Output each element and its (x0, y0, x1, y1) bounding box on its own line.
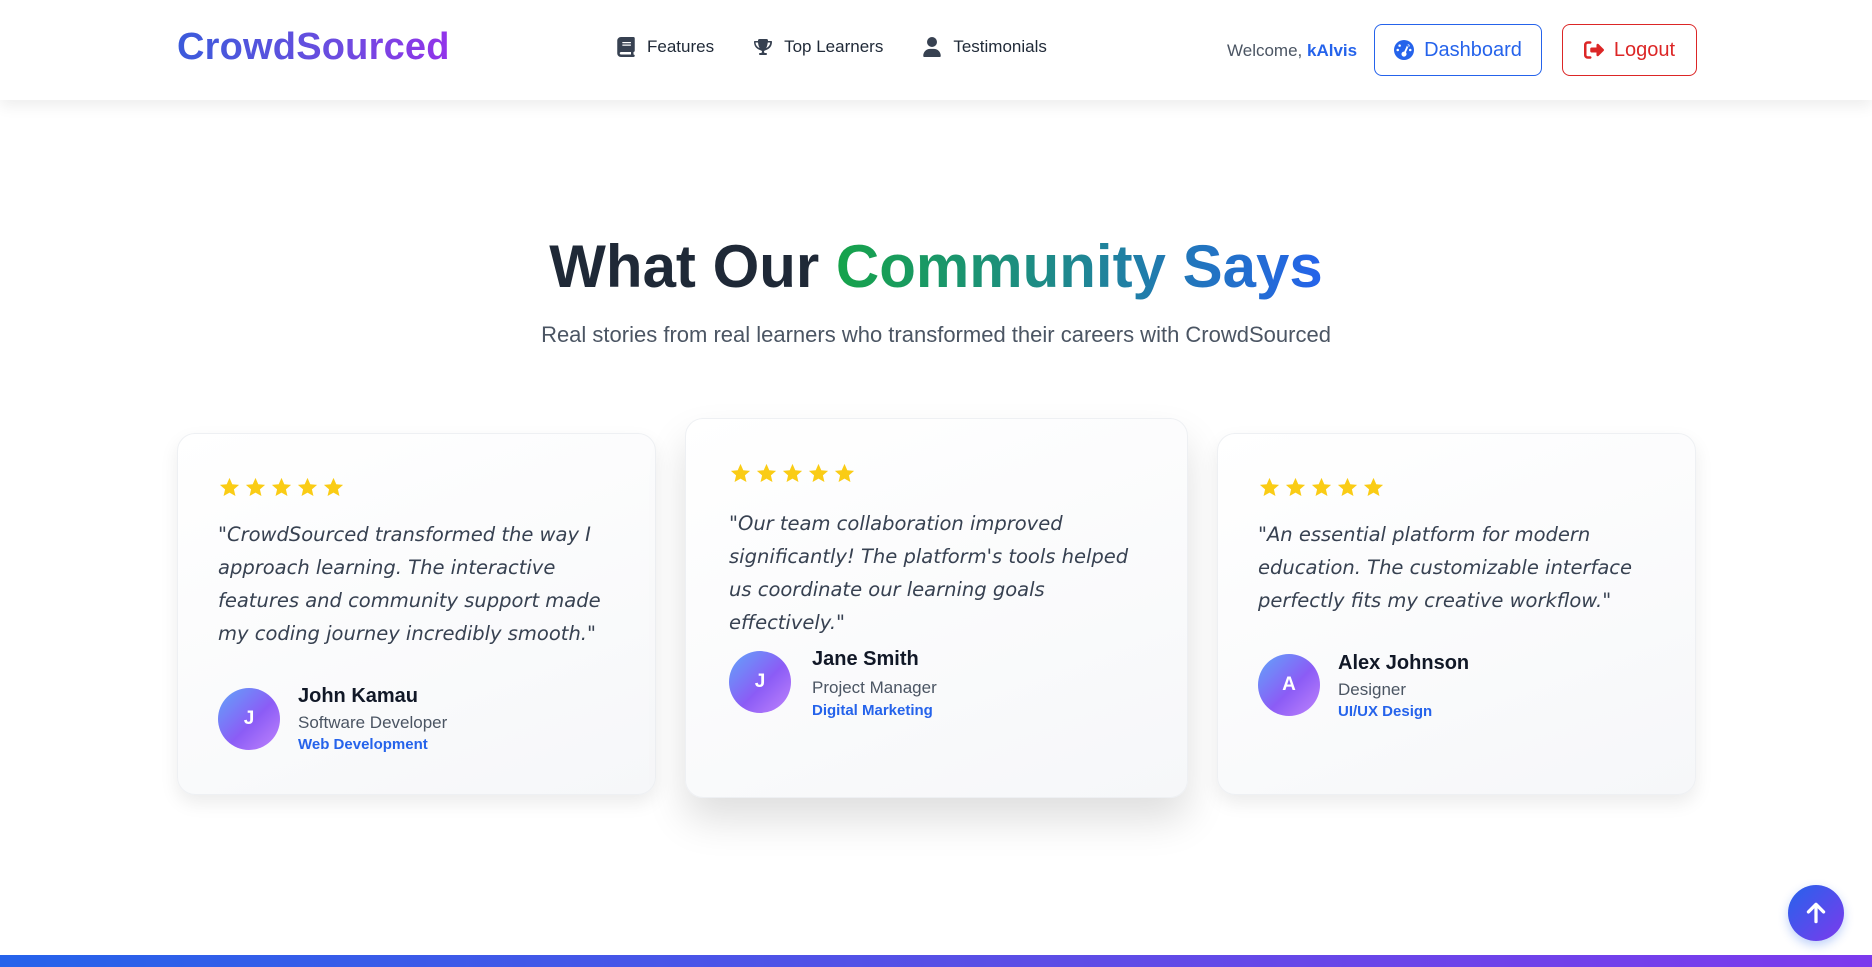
avatar: J (218, 688, 280, 750)
welcome-prefix: Welcome, (1227, 41, 1307, 60)
scroll-to-top-button[interactable] (1788, 885, 1844, 941)
star-rating (218, 476, 345, 499)
person-role: Software Developer (298, 713, 448, 732)
star-rating (729, 462, 856, 485)
person-role: Project Manager (812, 678, 937, 697)
nav-link-top-learners[interactable]: Top Learners (754, 37, 883, 57)
section-title-highlight: Community Says (835, 233, 1323, 300)
testimonial-quote: "An essential platform for modern educat… (1258, 523, 1632, 612)
star-icon (297, 477, 318, 497)
testimonial-quote: "Our team collaboration improved signifi… (729, 512, 1129, 634)
section-subtitle: Real stories from real learners who tran… (541, 322, 1331, 347)
footer-gradient-bar (0, 955, 1872, 967)
star-icon (730, 463, 751, 483)
dashboard-label: Dashboard (1424, 38, 1522, 61)
testimonial-quote: "CrowdSourced transformed the way I appr… (218, 523, 601, 645)
star-icon (245, 477, 266, 497)
avatar: A (1258, 654, 1320, 716)
testimonial-card: "An essential platform for modern educat… (1217, 433, 1696, 795)
star-icon (756, 463, 777, 483)
star-icon (808, 463, 829, 483)
avatar: J (729, 651, 791, 713)
nav-link-label: Testimonials (953, 37, 1047, 56)
star-icon (1311, 477, 1332, 497)
nav-link-features[interactable]: Features (617, 37, 714, 57)
star-rating (1258, 476, 1385, 499)
brand-logo[interactable]: CrowdSourced (177, 26, 450, 69)
star-icon (1259, 477, 1280, 497)
star-icon (1363, 477, 1384, 497)
username[interactable]: kAlvis (1307, 41, 1357, 60)
testimonial-card: "CrowdSourced transformed the way I appr… (177, 433, 656, 795)
nav-link-label: Top Learners (784, 37, 884, 56)
star-icon (323, 477, 344, 497)
logout-button[interactable]: Logout (1562, 24, 1697, 76)
person-name: Alex Johnson (1338, 652, 1470, 674)
book-icon (617, 37, 635, 57)
person-name: Jane Smith (812, 648, 919, 670)
nav-link-testimonials[interactable]: Testimonials (923, 37, 1047, 57)
person-role: Designer (1338, 680, 1407, 699)
logout-label: Logout (1613, 38, 1676, 61)
sign-out-icon (1583, 41, 1604, 59)
testimonial-card-featured: "Our team collaboration improved signifi… (685, 418, 1188, 798)
person-tag[interactable]: Web Development (298, 736, 428, 753)
dashboard-button[interactable]: Dashboard (1374, 24, 1542, 76)
star-icon (1337, 477, 1358, 497)
trophy-icon (754, 39, 773, 55)
star-icon (834, 463, 855, 483)
person-tag[interactable]: Digital Marketing (812, 702, 933, 719)
nav-link-label: Features (647, 37, 715, 56)
star-icon (1285, 477, 1306, 497)
section-title-plain: What Our (549, 233, 836, 300)
section-title: What Our Community Says (0, 232, 1872, 301)
star-icon (782, 463, 803, 483)
person-tag[interactable]: UI/UX Design (1338, 703, 1432, 720)
nav-links: Features Top Learners Testimonials (617, 37, 1047, 57)
star-icon (219, 477, 240, 497)
gauge-icon (1394, 40, 1415, 60)
person-name: John Kamau (298, 685, 419, 707)
navbar: CrowdSourced Features Top Learners Testi… (0, 0, 1872, 100)
arrow-up-icon (1806, 902, 1826, 924)
star-icon (271, 477, 292, 497)
user-icon (923, 37, 942, 57)
welcome-text: Welcome, kAlvis (1227, 41, 1357, 61)
